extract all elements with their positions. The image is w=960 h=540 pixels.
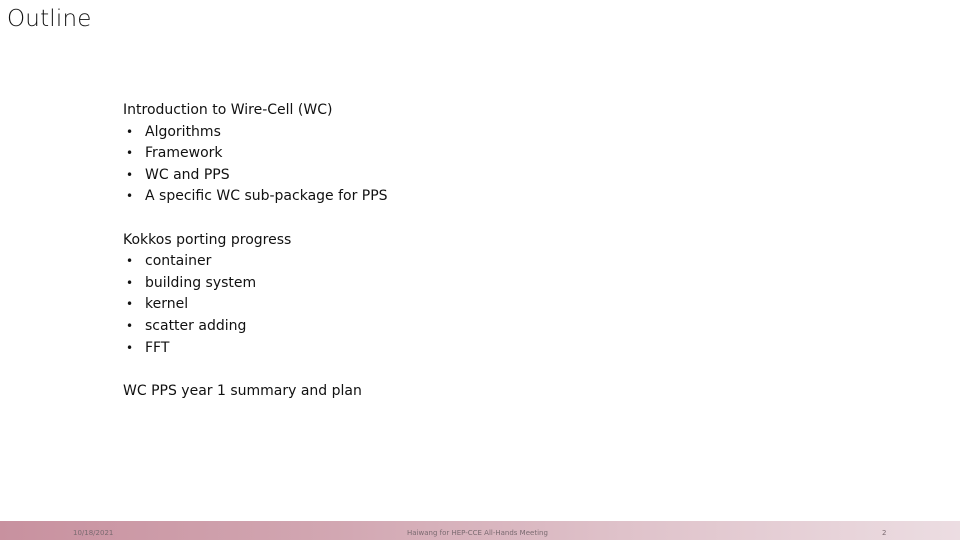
- outline-section-kokkos: Kokkos porting progress • container • bu…: [123, 230, 723, 360]
- bullet-text: FFT: [145, 339, 170, 356]
- bullet-text: WC and PPS: [145, 166, 230, 183]
- section-heading: Introduction to Wire-Cell (WC): [123, 102, 333, 118]
- bullet-text: A specific WC sub-package for PPS: [145, 188, 388, 205]
- bullet-icon: •: [126, 340, 134, 355]
- slide: Outline Introduction to Wire-Cell (WC) •…: [0, 0, 960, 540]
- list-item: • A specific WC sub-package for PPS: [123, 186, 723, 208]
- bullet-icon: •: [126, 254, 134, 269]
- bullet-text: scatter adding: [145, 317, 247, 334]
- bullet-text: Algorithms: [145, 123, 221, 140]
- list-item: • WC and PPS: [123, 165, 723, 187]
- outline-section-summary: WC PPS year 1 summary and plan: [123, 381, 723, 403]
- list-item: • Algorithms: [123, 122, 723, 144]
- bullet-icon: •: [126, 297, 134, 312]
- slide-title: Outline: [7, 6, 92, 32]
- slide-body: Introduction to Wire-Cell (WC) • Algorit…: [123, 100, 723, 402]
- outline-section-intro: Introduction to Wire-Cell (WC) • Algorit…: [123, 100, 723, 208]
- bullet-text: kernel: [145, 296, 189, 313]
- list-item: • FFT: [123, 338, 723, 360]
- bullet-icon: •: [126, 167, 134, 182]
- footer-page-number: 2: [882, 529, 887, 537]
- footer-presenter-meeting: Haiwang for HEP-CCE All-Hands Meeting: [407, 529, 548, 537]
- footer-date: 10/18/2021: [73, 529, 114, 537]
- bullet-icon: •: [126, 124, 134, 139]
- section-heading: WC PPS year 1 summary and plan: [123, 382, 362, 399]
- list-item: • scatter adding: [123, 316, 723, 338]
- bullet-list: • container • building system • kernel •…: [123, 251, 723, 359]
- list-item: • Framework: [123, 143, 723, 165]
- slide-footer: 10/18/2021 Haiwang for HEP-CCE All-Hands…: [0, 521, 960, 540]
- list-item: • kernel: [123, 294, 723, 316]
- list-item: • container: [123, 251, 723, 273]
- bullet-text: Framework: [145, 145, 223, 162]
- bullet-icon: •: [126, 318, 134, 333]
- list-item: • building system: [123, 273, 723, 295]
- bullet-icon: •: [126, 275, 134, 290]
- bullet-icon: •: [126, 146, 134, 161]
- bullet-list: • Algorithms • Framework • WC and PPS • …: [123, 122, 723, 208]
- section-heading: Kokkos porting progress: [123, 231, 292, 248]
- bullet-icon: •: [126, 189, 134, 204]
- bullet-text: container: [145, 253, 212, 270]
- bullet-text: building system: [145, 274, 257, 291]
